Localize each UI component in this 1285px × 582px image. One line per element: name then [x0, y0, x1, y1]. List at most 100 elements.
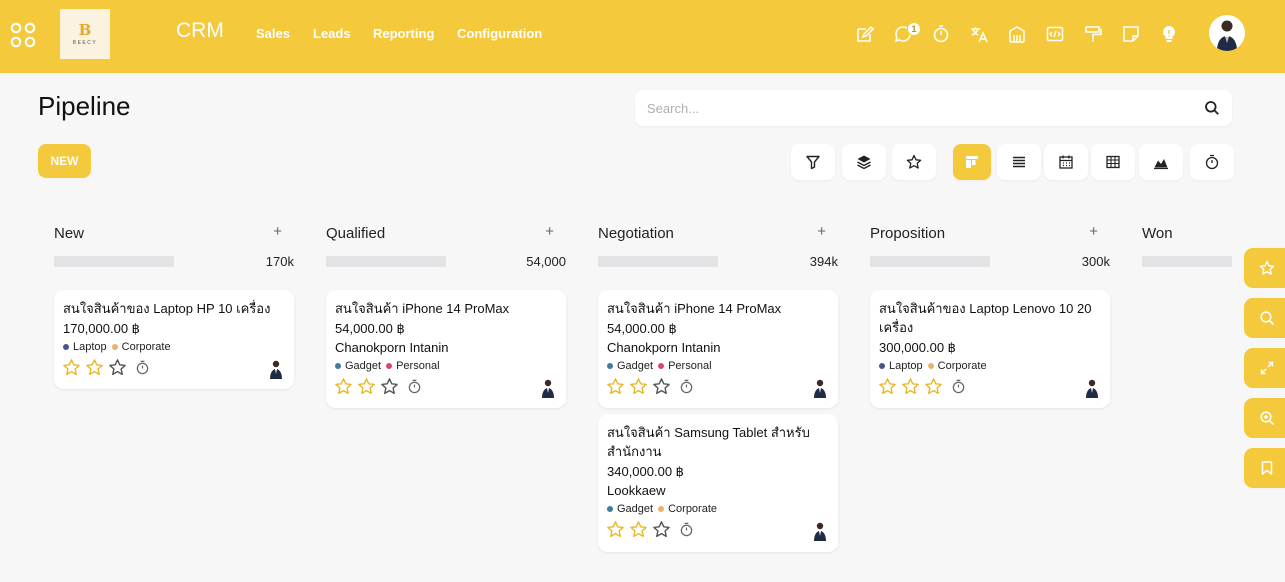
side-star-button[interactable]: [1244, 248, 1285, 288]
column-progress-bar[interactable]: [54, 256, 174, 267]
side-zoom-button[interactable]: [1244, 398, 1285, 438]
favorites-button[interactable]: [892, 144, 936, 180]
priority-star-icon[interactable]: [652, 520, 671, 539]
menu-reporting[interactable]: Reporting: [373, 26, 434, 41]
column-total: 170k: [265, 254, 294, 269]
user-avatar[interactable]: [1209, 15, 1245, 51]
company-logo[interactable]: B BEECY: [60, 9, 110, 59]
card-tags: Laptop Corporate: [63, 341, 176, 353]
activity-clock-icon[interactable]: [407, 379, 422, 394]
kanban-card[interactable]: สนใจสินค้าของ Laptop HP 10 เครื่อง 170,00…: [54, 290, 294, 389]
translate-icon[interactable]: [969, 24, 989, 44]
activity-view-button[interactable]: [1190, 144, 1234, 180]
paint-roller-icon[interactable]: [1083, 24, 1103, 44]
edit-icon[interactable]: [855, 24, 875, 44]
star-icon: [1259, 260, 1275, 275]
add-card-button[interactable]: +: [1089, 223, 1098, 240]
column-progress-bar[interactable]: [326, 256, 446, 267]
filter-button[interactable]: [791, 144, 835, 180]
column-total: 394k: [809, 254, 838, 269]
graph-view-button[interactable]: [1139, 144, 1183, 180]
new-button[interactable]: NEW: [38, 144, 91, 178]
priority-stars: [878, 377, 966, 396]
company-icon[interactable]: [1007, 24, 1027, 44]
column-title[interactable]: Qualified: [326, 225, 385, 242]
activity-clock-icon[interactable]: [679, 522, 694, 537]
priority-star-icon[interactable]: [878, 377, 897, 396]
app-menu-icon[interactable]: [10, 22, 36, 48]
pivot-view-button[interactable]: [1091, 144, 1135, 180]
timer-icon[interactable]: [931, 24, 951, 44]
menu-configuration[interactable]: Configuration: [457, 26, 542, 41]
list-view-button[interactable]: [997, 144, 1041, 180]
salesperson-avatar[interactable]: [812, 378, 828, 398]
add-card-button[interactable]: +: [545, 223, 554, 240]
priority-star-icon[interactable]: [606, 377, 625, 396]
activity-clock-icon[interactable]: [679, 379, 694, 394]
priority-star-icon[interactable]: [62, 358, 81, 377]
column-progress-bar[interactable]: [870, 256, 990, 267]
column-title[interactable]: Won: [1142, 225, 1173, 242]
bookmark-icon: [1261, 461, 1273, 475]
search-icon[interactable]: [1204, 100, 1220, 116]
salesperson-avatar[interactable]: [812, 521, 828, 541]
group-by-button[interactable]: [842, 144, 886, 180]
activity-clock-icon[interactable]: [135, 360, 150, 375]
activity-clock-icon[interactable]: [951, 379, 966, 394]
tag-label: Corporate: [121, 341, 171, 353]
zoom-in-icon: [1260, 411, 1275, 426]
table-icon: [1106, 155, 1120, 169]
menu-sales[interactable]: Sales: [256, 26, 290, 41]
side-expand-button[interactable]: [1244, 348, 1285, 388]
priority-star-icon[interactable]: [924, 377, 943, 396]
note-icon[interactable]: [1121, 24, 1141, 44]
salesperson-avatar[interactable]: [540, 378, 556, 398]
priority-star-icon[interactable]: [629, 377, 648, 396]
kanban-card[interactable]: สนใจสินค้า Samsung Tablet สำหรับสำนักงาน…: [598, 414, 838, 552]
column-title[interactable]: Negotiation: [598, 225, 674, 242]
tag-label: Gadget: [617, 360, 654, 372]
priority-star-icon[interactable]: [629, 520, 648, 539]
priority-star-icon[interactable]: [357, 377, 376, 396]
tag-color-dot: [927, 363, 934, 369]
logo-text: BEECY: [72, 39, 98, 46]
card-title: สนใจสินค้า iPhone 14 ProMax: [335, 301, 510, 316]
add-card-button[interactable]: +: [273, 223, 282, 240]
card-amount: 54,000.00 ฿: [607, 321, 677, 336]
column-total: 300k: [1081, 254, 1110, 269]
priority-star-icon[interactable]: [85, 358, 104, 377]
app-title[interactable]: CRM: [176, 19, 224, 43]
salesperson-avatar[interactable]: [268, 359, 284, 379]
menu-leads[interactable]: Leads: [313, 26, 351, 41]
tag: Personal: [658, 360, 712, 372]
card-contact: Lookkaew: [607, 483, 666, 498]
tag: Laptop: [63, 341, 107, 353]
priority-star-icon[interactable]: [652, 377, 671, 396]
add-card-button[interactable]: +: [817, 223, 826, 240]
column-title[interactable]: New: [54, 225, 84, 242]
kanban-view-button[interactable]: [953, 144, 991, 180]
kanban-card[interactable]: สนใจสินค้า iPhone 14 ProMax 54,000.00 ฿ Ch…: [598, 290, 838, 408]
side-search-button[interactable]: [1244, 298, 1285, 338]
list-icon: [1013, 156, 1025, 168]
column-progress-bar[interactable]: [598, 256, 718, 267]
priority-star-icon[interactable]: [606, 520, 625, 539]
kanban-card[interactable]: สนใจสินค้าของ Laptop Lenovo 10 20 เครื่อ…: [870, 290, 1110, 408]
tag: Corporate: [658, 503, 717, 515]
tag-color-dot: [879, 363, 885, 369]
kanban-card[interactable]: สนใจสินค้า iPhone 14 ProMax 54,000.00 ฿ Ch…: [326, 290, 566, 408]
tag-label: Personal: [396, 360, 440, 372]
side-bookmark-button[interactable]: [1244, 448, 1285, 488]
calendar-view-button[interactable]: [1044, 144, 1088, 180]
tag-color-dot: [386, 363, 393, 369]
priority-star-icon[interactable]: [108, 358, 127, 377]
priority-star-icon[interactable]: [334, 377, 353, 396]
priority-star-icon[interactable]: [901, 377, 920, 396]
priority-star-icon[interactable]: [380, 377, 399, 396]
column-title[interactable]: Proposition: [870, 225, 945, 242]
lightbulb-icon[interactable]: [1159, 24, 1179, 44]
salesperson-avatar[interactable]: [1084, 378, 1100, 398]
column-progress-bar[interactable]: [1142, 256, 1232, 267]
code-icon[interactable]: [1045, 24, 1065, 44]
search-input[interactable]: [647, 98, 1187, 118]
